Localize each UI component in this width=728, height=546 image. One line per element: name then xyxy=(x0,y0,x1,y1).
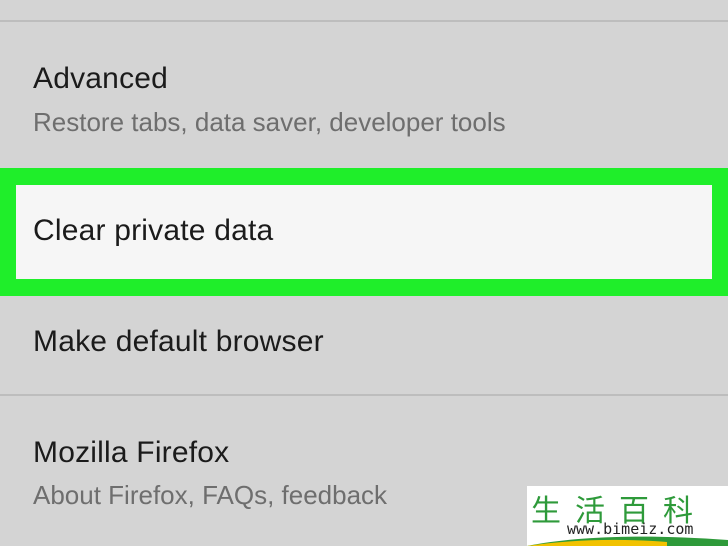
item-title: Clear private data xyxy=(33,214,274,247)
settings-item-advanced[interactable]: Advanced Restore tabs, data saver, devel… xyxy=(0,22,728,168)
item-title: Advanced xyxy=(33,62,169,95)
item-subtitle: About Firefox, FAQs, feedback xyxy=(33,480,388,510)
settings-item-clear-private-data[interactable]: Clear private data xyxy=(16,185,712,279)
item-title: Mozilla Firefox xyxy=(33,436,230,469)
item-subtitle: Restore tabs, data saver, developer tool… xyxy=(33,107,506,137)
watermark-logo: 生活百科 www.bimeiz.com xyxy=(527,486,728,546)
watermark-swoosh-icon xyxy=(527,536,728,546)
settings-item-make-default-browser[interactable]: Make default browser xyxy=(0,296,728,394)
item-title: Make default browser xyxy=(33,325,324,358)
settings-screen: Advanced Restore tabs, data saver, devel… xyxy=(0,0,728,546)
